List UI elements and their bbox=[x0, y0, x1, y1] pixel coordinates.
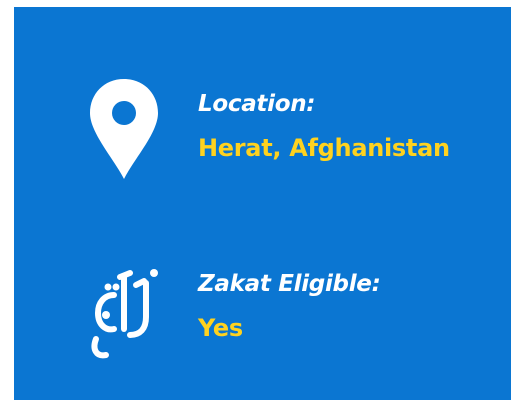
map-pin-icon bbox=[84, 75, 164, 185]
location-value: Herat, Afghanistan bbox=[198, 134, 450, 162]
location-label: Location: bbox=[198, 91, 316, 117]
info-card: Location: Herat, Afghanistan Zakat Eligi… bbox=[14, 7, 511, 400]
zakat-row: Zakat Eligible: Yes bbox=[14, 255, 511, 365]
zakat-label: Zakat Eligible: bbox=[198, 271, 381, 297]
location-row: Location: Herat, Afghanistan bbox=[14, 75, 511, 185]
location-text: Location: Herat, Afghanistan bbox=[198, 89, 450, 163]
zakat-calligraphy-icon bbox=[84, 255, 164, 365]
zakat-text: Zakat Eligible: Yes bbox=[198, 269, 381, 343]
zakat-value: Yes bbox=[198, 314, 243, 342]
